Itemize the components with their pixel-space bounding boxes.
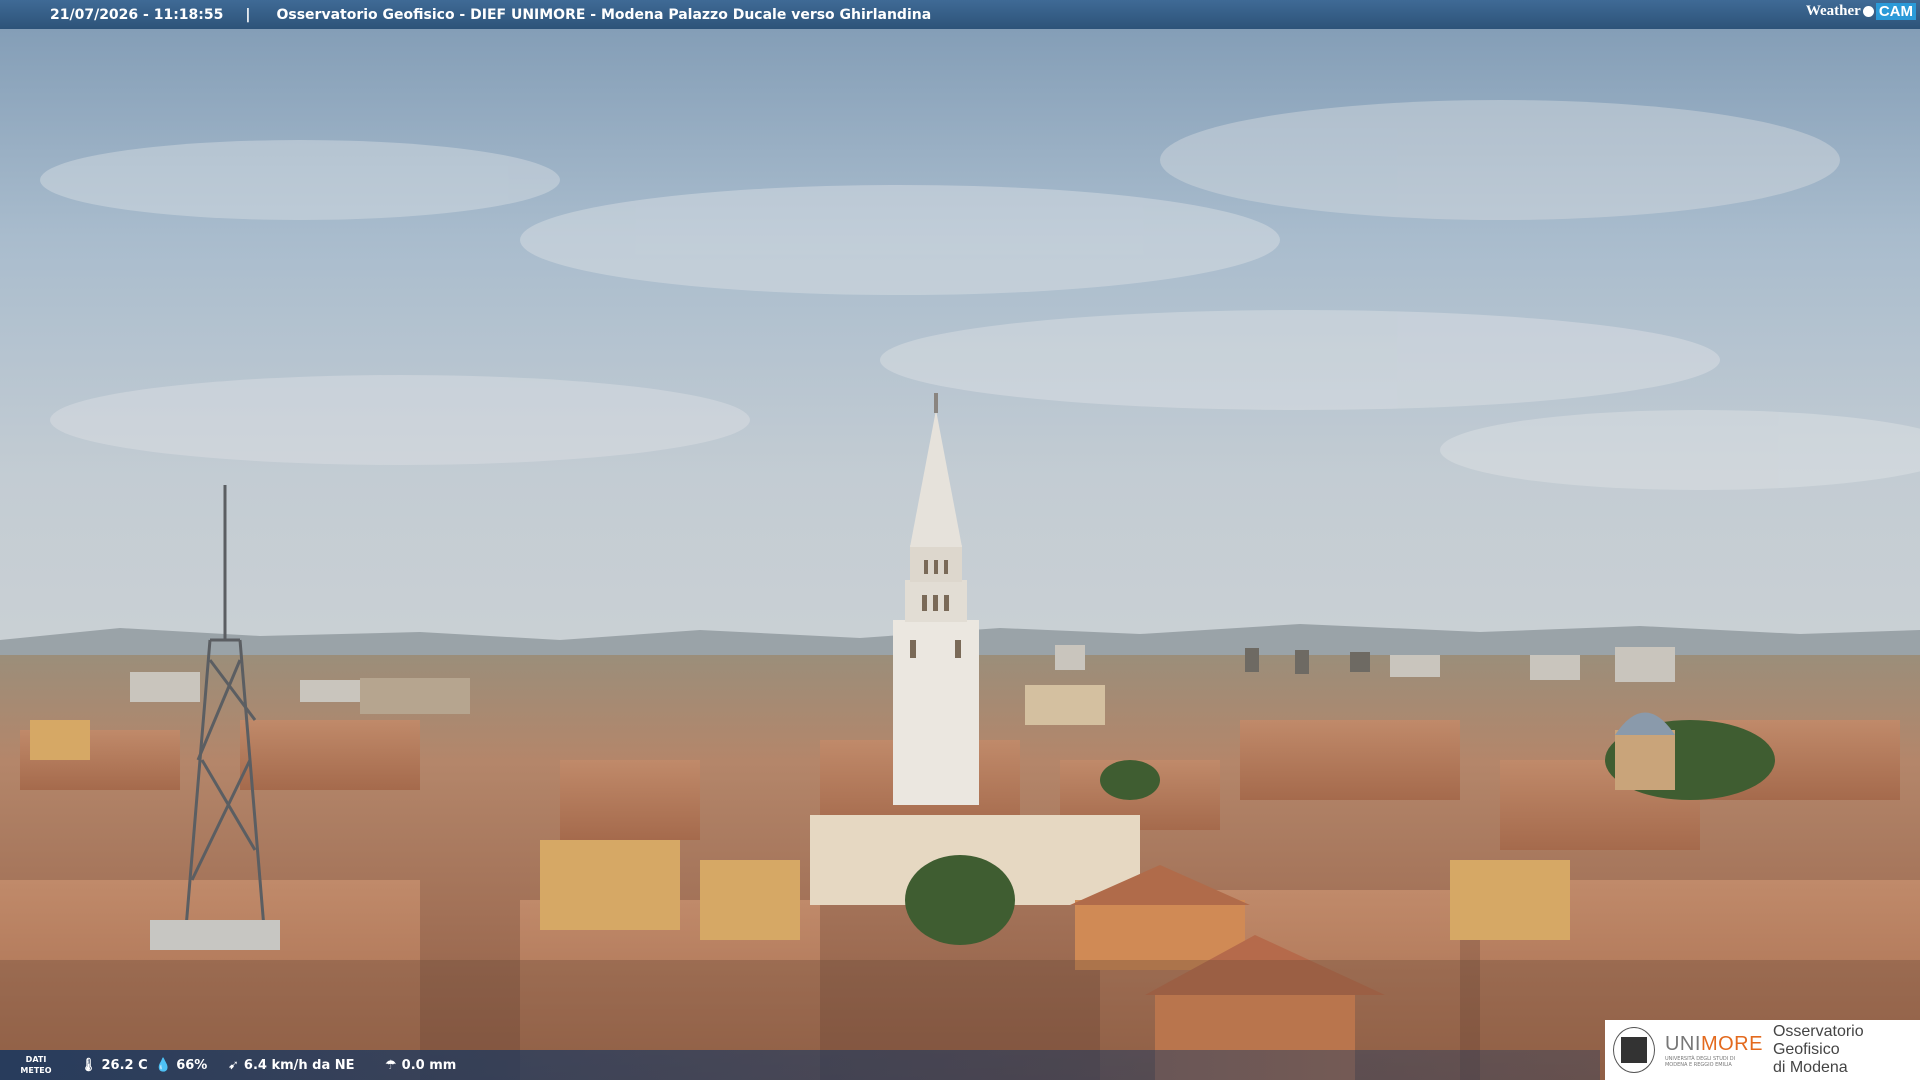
unimore-subtitle: UNIVERSITÀ DEGLI STUDI DI MODENA E REGGI… <box>1664 1055 1736 1068</box>
weather-data-label: DATI METEO <box>20 1055 52 1075</box>
observatory-line1: Osservatorio Geofisico <box>1772 1023 1864 1058</box>
camera-info-bar: 21/07/2026 - 11:18:55 | Osservatorio Geo… <box>0 0 1920 29</box>
rain-reading: ☂ 0.0 mm <box>385 1058 456 1073</box>
weather-data-bar: DATI METEO 🌡 26.2 C 💧 66% ➹ 6.4 km/h da … <box>0 1050 1600 1080</box>
camera-title: Osservatorio Geofisico - DIEF UNIMORE - … <box>276 6 932 23</box>
brand-dot-icon <box>1862 6 1874 17</box>
unimore-logo-panel: UNIMORE UNIVERSITÀ DEGLI STUDI DI MODENA… <box>1605 1020 1920 1080</box>
rain-value: 0.0 mm <box>401 1058 457 1073</box>
antenna-base <box>150 920 280 950</box>
unimore-prefix: UNI <box>1664 1032 1701 1055</box>
observatory-line2: di Modena <box>1772 1059 1848 1076</box>
domed-building-right <box>1615 712 1675 790</box>
brand-cam-text: CAM <box>1875 3 1916 20</box>
separator: | <box>245 6 251 23</box>
unimore-suffix: MORE <box>1700 1032 1763 1055</box>
humidity-value: 66% <box>176 1058 208 1073</box>
timestamp: 21/07/2026 - 11:18:55 <box>50 6 224 23</box>
wind-icon: ➹ <box>228 1058 239 1073</box>
webcam-view <box>0 0 1920 1080</box>
temperature-value: 26.2 C <box>101 1058 148 1073</box>
unimore-wordmark: UNIMORE UNIVERSITÀ DEGLI STUDI DI MODENA… <box>1665 1033 1763 1068</box>
weathercam-logo: Weather CAM <box>1806 3 1916 20</box>
temperature-reading: 🌡 26.2 C <box>80 1058 148 1073</box>
thermometer-icon: 🌡 <box>80 1058 97 1073</box>
brand-weather-text: Weather <box>1805 3 1861 19</box>
humidity-drop-icon: 💧 <box>155 1058 172 1073</box>
university-seal-icon <box>1613 1027 1655 1073</box>
rain-icon: ☂ <box>385 1058 397 1073</box>
observatory-name: Osservatorio Geofisico di Modena <box>1773 1023 1920 1077</box>
wind-reading: ➹ 6.4 km/h da NE <box>228 1058 355 1073</box>
wind-value: 6.4 km/h da NE <box>243 1058 355 1073</box>
humidity-reading: 💧 66% <box>155 1058 207 1073</box>
